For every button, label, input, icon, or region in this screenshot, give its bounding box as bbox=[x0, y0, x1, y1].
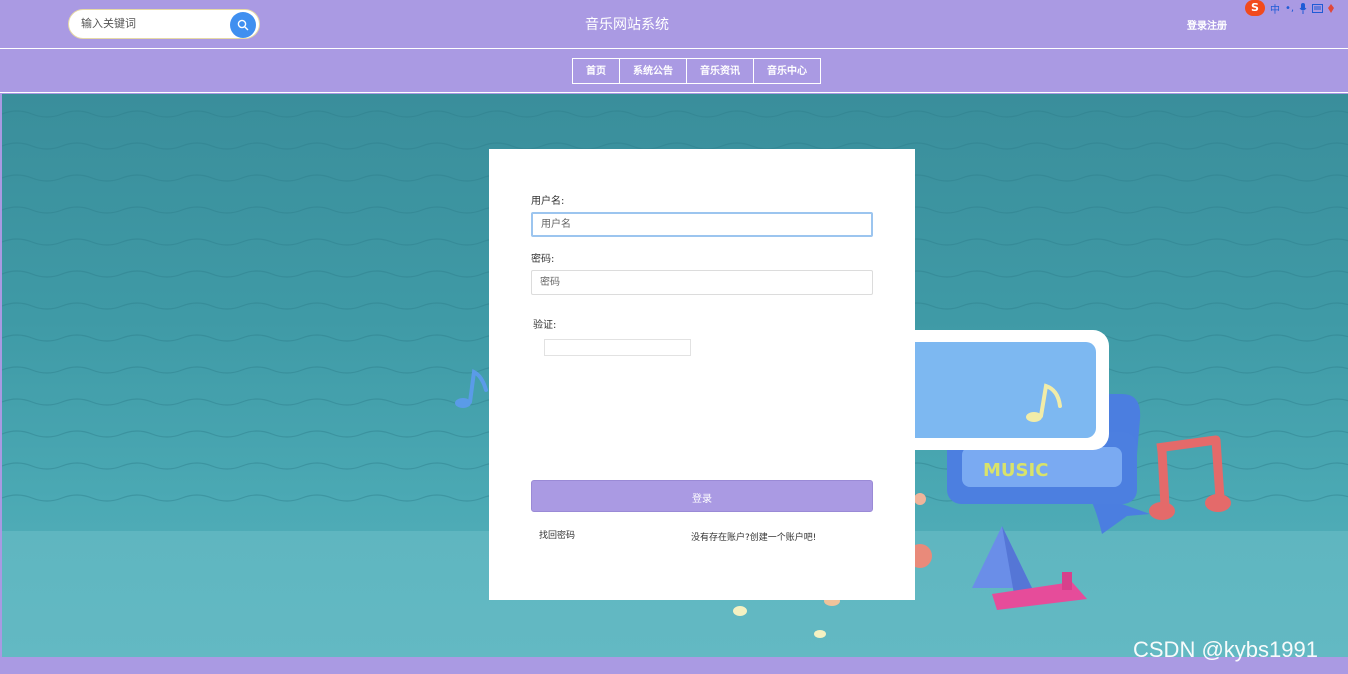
watermark: CSDN @kybs1991 bbox=[1133, 637, 1318, 662]
register-link[interactable]: 没有存在账户?创建一个账户吧! bbox=[691, 530, 816, 543]
nav-item-music-center[interactable]: 音乐中心 bbox=[753, 58, 821, 84]
punctuation-icon[interactable]: •, bbox=[1285, 3, 1294, 14]
skin-icon[interactable] bbox=[1328, 3, 1335, 13]
login-button[interactable]: 登录 bbox=[531, 480, 873, 512]
username-label: 用户名: bbox=[531, 196, 565, 207]
ime-language-toggle[interactable]: 中 bbox=[1270, 1, 1280, 16]
nav-menu: 首页 系统公告 音乐资讯 音乐中心 bbox=[572, 58, 821, 84]
keyboard-icon[interactable] bbox=[1312, 3, 1324, 13]
forgot-password-link[interactable]: 找回密码 bbox=[539, 528, 575, 541]
music-banner-text: MUSIC bbox=[983, 460, 1048, 481]
site-title: 音乐网站系统 bbox=[585, 17, 669, 33]
nav-item-home[interactable]: 首页 bbox=[572, 58, 620, 84]
password-label: 密码: bbox=[531, 254, 555, 265]
ime-toolbar: S 中 •, bbox=[1245, 0, 1335, 16]
main-nav: 首页 系统公告 音乐资讯 音乐中心 bbox=[0, 50, 1348, 93]
blue-note-icon bbox=[455, 368, 488, 408]
red-beamed-note-icon bbox=[1149, 435, 1231, 520]
header-bar: 音乐网站系统 登录注册 S 中 •, bbox=[0, 0, 1348, 49]
nav-item-announcements[interactable]: 系统公告 bbox=[619, 58, 687, 84]
captcha-label: 验证: bbox=[533, 320, 557, 331]
ime-logo[interactable]: S bbox=[1245, 0, 1265, 16]
login-card: 用户名: 密码: 验证: 登录 找回密码 没有存在账户?创建一个账户吧! bbox=[489, 149, 915, 600]
nav-item-music-news[interactable]: 音乐资讯 bbox=[686, 58, 754, 84]
password-input[interactable] bbox=[531, 270, 873, 295]
music-speech-bubble: MUSIC bbox=[887, 330, 1150, 534]
captcha-input[interactable] bbox=[544, 339, 691, 356]
login-register-link[interactable]: 登录注册 bbox=[1187, 17, 1227, 32]
microphone-icon[interactable] bbox=[1299, 2, 1307, 14]
username-input[interactable] bbox=[531, 212, 873, 237]
